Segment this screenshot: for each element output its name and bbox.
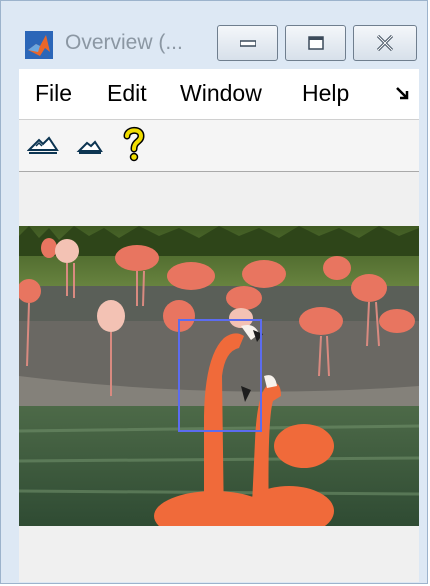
minimize-icon [239, 40, 256, 47]
bottom-margin-panel [19, 526, 419, 582]
menu-help[interactable]: Help [302, 80, 349, 107]
top-margin-panel [19, 172, 419, 226]
dock-arrow-icon[interactable] [395, 85, 411, 101]
menu-file[interactable]: File [35, 80, 72, 107]
overview-window: Overview (... File Edit Window Help [0, 0, 428, 584]
minimize-button[interactable] [217, 25, 278, 61]
menu-window[interactable]: Window [180, 80, 262, 107]
menu-bar: File Edit Window Help [19, 69, 419, 119]
menu-edit[interactable]: Edit [107, 80, 147, 107]
window-title: Overview (... [65, 31, 183, 54]
detail-rectangle[interactable] [178, 319, 262, 432]
maximize-icon [307, 36, 324, 50]
zoom-out-mountain-icon[interactable] [75, 130, 103, 156]
toolbar [19, 119, 419, 172]
zoom-in-mountain-icon[interactable] [27, 130, 59, 156]
maximize-button[interactable] [285, 25, 346, 61]
close-button[interactable] [353, 25, 417, 61]
title-bar[interactable]: Overview (... [1, 1, 427, 65]
close-icon [376, 35, 394, 51]
help-question-icon[interactable] [123, 126, 145, 162]
matlab-app-icon [25, 31, 53, 59]
